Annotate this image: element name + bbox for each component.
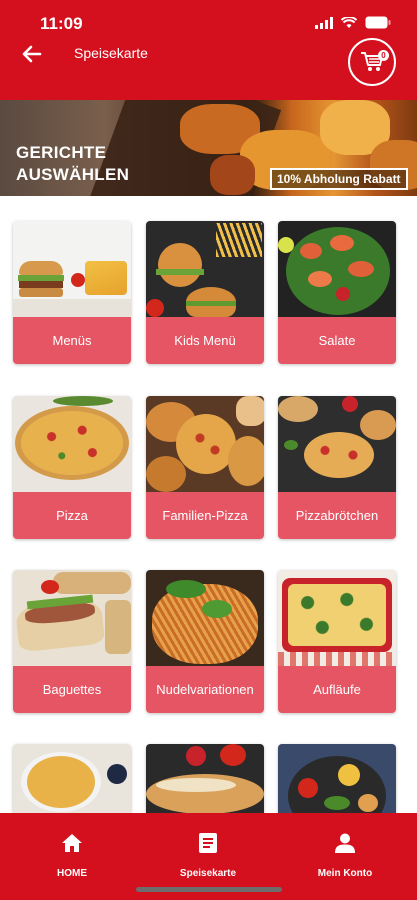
category-image	[13, 744, 131, 813]
cart-button[interactable]: 0	[348, 38, 396, 86]
banner-heading-line2: AUSWÄHLEN	[16, 165, 130, 184]
category-card-partial[interactable]	[13, 744, 131, 813]
status-time: 11:09	[40, 14, 83, 33]
wifi-icon	[341, 16, 357, 28]
category-image	[146, 744, 264, 813]
category-card-baguettes[interactable]: Baguettes	[13, 570, 131, 713]
nav-account[interactable]: Mein Konto	[280, 813, 410, 900]
promo-badge: 10% Abholung Rabatt	[270, 168, 408, 190]
banner-food-image	[210, 155, 255, 195]
category-label: Menüs	[13, 317, 131, 364]
category-card-salads[interactable]: Salate	[278, 221, 396, 364]
category-label: Pizzabrötchen	[278, 492, 396, 539]
category-card-kids-menu[interactable]: Kids Menü	[146, 221, 264, 364]
category-card-pizza[interactable]: Pizza	[13, 396, 131, 539]
category-image	[146, 396, 264, 492]
category-card-pizza-rolls[interactable]: Pizzabrötchen	[278, 396, 396, 539]
menu-document-icon	[199, 833, 217, 853]
category-image	[13, 570, 131, 666]
home-icon	[62, 834, 82, 852]
nav-account-label: Mein Konto	[317, 868, 373, 879]
banner-heading: GERICHTE AUSWÄHLEN	[16, 142, 129, 186]
back-arrow-icon[interactable]	[20, 42, 44, 66]
category-image	[278, 396, 396, 492]
category-card-partial[interactable]	[146, 744, 264, 813]
banner-heading-line1: GERICHTE	[16, 143, 107, 162]
category-card-partial[interactable]	[278, 744, 396, 813]
category-label: Familien-Pizza	[146, 492, 264, 539]
category-image	[278, 570, 396, 666]
battery-icon	[365, 16, 391, 29]
page-title: Speisekarte	[74, 45, 148, 61]
category-label: Nudelvariationen	[146, 666, 264, 713]
category-label: Pizza	[13, 492, 131, 539]
home-indicator	[136, 887, 282, 892]
category-label: Aufläufe	[278, 666, 396, 713]
category-image	[278, 221, 396, 317]
nav-menu-label: Speisekarte	[179, 868, 237, 879]
category-label: Kids Menü	[146, 317, 264, 364]
category-grid: Menüs Kids Menü Salate Pizza Familien-Pi…	[0, 196, 417, 813]
category-label: Baguettes	[13, 666, 131, 713]
user-icon	[335, 833, 355, 853]
nav-home-label: HOME	[57, 868, 87, 879]
signal-icon	[315, 16, 333, 29]
category-card-pasta[interactable]: Nudelvariationen	[146, 570, 264, 713]
category-card-family-pizza[interactable]: Familien-Pizza	[146, 396, 264, 539]
category-label: Salate	[278, 317, 396, 364]
app-header: 11:09 Speisekarte 0	[0, 0, 417, 100]
category-image	[278, 744, 396, 813]
category-image	[146, 570, 264, 666]
category-image	[13, 221, 131, 317]
category-card-menus[interactable]: Menüs	[13, 221, 131, 364]
status-icons	[315, 16, 391, 29]
nav-home[interactable]: HOME	[7, 813, 137, 900]
category-image	[13, 396, 131, 492]
cart-count-badge: 0	[378, 50, 389, 61]
category-card-casseroles[interactable]: Aufläufe	[278, 570, 396, 713]
category-image	[146, 221, 264, 317]
